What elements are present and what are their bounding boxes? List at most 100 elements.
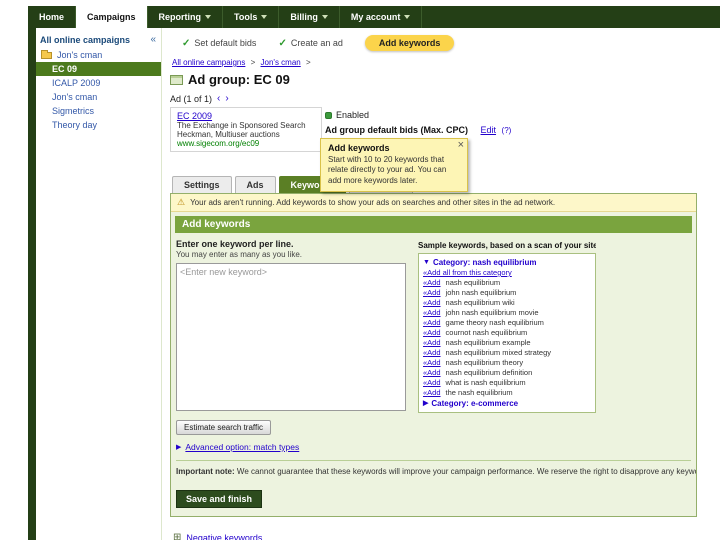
chevron-down-icon [404,15,411,19]
not-running-notice: ⚠ Your ads aren't running. Add keywords … [171,194,696,212]
add-label: Add [427,358,441,367]
add-label: Add [427,338,441,347]
folder-icon [41,49,52,59]
ad-group-icon [170,74,183,85]
add-keyword-link[interactable]: «Add [423,378,441,388]
add-keywords-callout: × Add keywords Start with 10 to 20 keywo… [320,138,468,193]
add-label: Add [427,308,441,317]
add-keyword-link[interactable]: «Add [423,368,441,378]
sidebar-item-sigmetrics[interactable]: Sigmetrics [36,104,161,118]
add-keyword-link[interactable]: «Add [423,308,441,318]
collapse-sidebar-icon[interactable]: « [150,34,156,45]
ad-description-line-2: Heckman, Multiuser auctions [177,130,280,139]
add-all-row: «Add all from this category [423,268,591,278]
add-label: Add [427,318,441,327]
breadcrumb-campaign-link[interactable]: Jon's cman [261,58,301,67]
ad-counter: Ad (1 of 1) [170,94,213,104]
add-label: Add [427,388,441,397]
negative-keywords-row: ⊞ Negative keywords [170,532,697,540]
add-keyword-link[interactable]: «Add [423,318,441,328]
add-all-from-category-link[interactable]: «Add all from this category [423,268,512,278]
sample-keyword-row: «Add nash equilibrium mixed strategy [423,348,591,358]
sample-keyword-row: «Add nash equilibrium wiki [423,298,591,308]
step-label: Create an ad [290,38,343,48]
sample-keyword: nash equilibrium wiki [445,298,515,307]
add-keywords-section-header: Add keywords [175,216,692,233]
add-label: Add [427,328,441,337]
add-keyword-link[interactable]: «Add [423,328,441,338]
tab-ads[interactable]: Ads [234,176,276,193]
sidebar-item-ec09[interactable]: EC 09 [36,62,161,76]
step-label: Set default bids [194,38,257,48]
tab-settings[interactable]: Settings [172,176,232,193]
default-bids-label: Ad group default bids (Max. CPC) [325,125,468,135]
step-create-an-ad: ✓ Create an ad [278,38,342,49]
status-label: Enabled [336,110,370,120]
enter-keywords-label: Enter one keyword per line. [176,239,294,249]
sidebar-item-jons-cman[interactable]: Jon's cman [36,90,161,104]
breadcrumb-separator: > [250,58,256,67]
check-icon: ✓ [278,37,287,49]
nav-tab-campaigns[interactable]: Campaigns [76,6,148,28]
advanced-option-row: ▶ Advanced option: match types [176,442,696,452]
nav-tab-home[interactable]: Home [28,6,77,28]
nav-tab-billing[interactable]: Billing [279,6,340,28]
setup-steps: ✓ Set default bids ✓ Create an ad Add ke… [170,30,697,58]
advanced-option-link[interactable]: Advanced option: match types [185,442,299,452]
add-keyword-link[interactable]: «Add [423,358,441,368]
ad-pager: Ad (1 of 1) ‹ › [170,94,697,105]
add-label: Add [427,378,441,387]
notice-text: Your ads aren't running. Add keywords to… [190,198,556,207]
sidebar-item-icalp-2009[interactable]: ICALP 2009 [36,76,161,90]
close-icon[interactable]: × [458,139,464,151]
ad-headline-link[interactable]: EC 2009 [177,111,315,121]
category-label: Category: e-commerce [431,399,519,408]
keyword-entry-column: Enter one keyword per line. You may ente… [176,239,408,416]
add-keyword-link[interactable]: «Add [423,298,441,308]
add-label: Add [427,368,441,377]
add-keyword-link[interactable]: «Add [423,348,441,358]
callout-body: Start with 10 to 20 keywords that relate… [328,155,447,185]
keyword-category-e-commerce[interactable]: ▶ Category: e-commerce [423,398,591,409]
help-icon[interactable]: (?) [502,126,512,135]
nav-tab-my-account[interactable]: My account [340,6,423,28]
sample-keyword-row: «Add nash equilibrium definition [423,368,591,378]
sidebar-item-campaign-folder[interactable]: Jon's cman [36,48,161,62]
important-note-label: Important note: [176,467,235,476]
sidebar-item-theory-day[interactable]: Theory day [36,118,161,132]
important-note: Important note: We cannot guarantee that… [171,461,696,476]
sample-keywords-box: ▼ Category: nash equilibrium «Add all fr… [418,253,596,413]
expand-plus-icon[interactable]: ⊞ [173,532,181,540]
nav-tab-reporting[interactable]: Reporting [148,6,224,28]
keywords-textarea[interactable]: <Enter new keyword> [176,263,406,411]
keywords-panel: ⚠ Your ads aren't running. Add keywords … [170,193,697,517]
add-keyword-link[interactable]: «Add [423,388,441,398]
add-keyword-link[interactable]: «Add [423,278,441,288]
previous-ad-icon[interactable]: ‹ [217,94,220,104]
sample-keyword-row: «Add the nash equilibrium [423,388,591,398]
edit-bids-link[interactable]: Edit [481,125,497,135]
save-and-finish-button[interactable]: Save and finish [176,490,263,508]
category-label: Category: nash equilibrium [432,258,537,267]
default-bids-row: Ad group default bids (Max. CPC) Edit (?… [325,125,511,135]
add-label: Add [427,288,441,297]
estimate-search-traffic-button[interactable]: Estimate search traffic [176,420,271,435]
sample-keywords-column: Sample keywords, based on a scan of your… [418,239,596,416]
breadcrumb-all-campaigns-link[interactable]: All online campaigns [172,58,245,67]
sample-keyword: john nash equilibrium movie [445,308,539,317]
sample-keyword-row: «Add nash equilibrium theory [423,358,591,368]
main-content: ✓ Set default bids ✓ Create an ad Add ke… [170,30,697,540]
nav-tab-label: My account [350,12,401,22]
sample-keyword: nash equilibrium [445,278,501,287]
page-title: Ad group: EC 09 [188,72,290,87]
keyword-category-nash-equilibrium[interactable]: ▼ Category: nash equilibrium [423,257,591,268]
sample-keyword: what is nash equilibrium [445,378,526,387]
next-ad-icon[interactable]: › [225,94,228,104]
page-title-row: Ad group: EC 09 [170,72,697,87]
negative-keywords-link[interactable]: Negative keywords [186,533,262,540]
add-keyword-link[interactable]: «Add [423,338,441,348]
add-keyword-link[interactable]: «Add [423,288,441,298]
sample-keyword: nash equilibrium definition [445,368,533,377]
nav-tab-tools[interactable]: Tools [223,6,280,28]
all-campaigns-link[interactable]: All online campaigns [40,35,130,45]
